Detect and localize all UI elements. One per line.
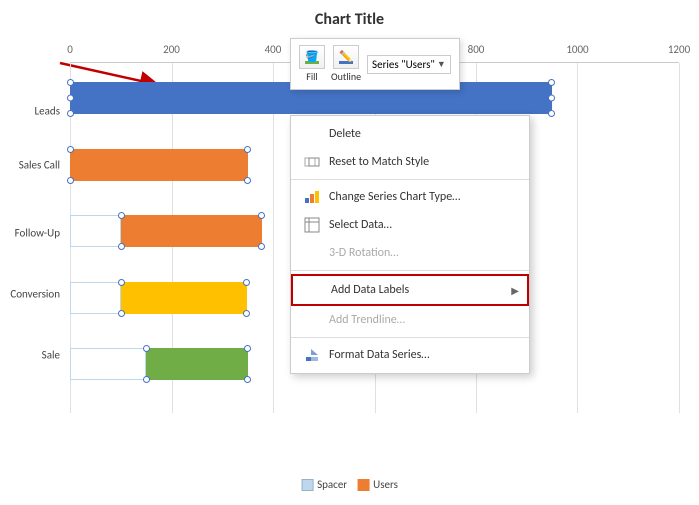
svg-text:🪣: 🪣 (305, 50, 319, 63)
chart-legend: Spacer Users (301, 478, 398, 491)
separator-3 (291, 337, 529, 338)
y-label-conversion: Conversion (10, 288, 60, 301)
menu-trendline-label: Add Trendline… (329, 313, 405, 327)
legend-spacer-color (301, 479, 313, 491)
legend-users-label: Users (373, 478, 398, 491)
fill-label: Fill (306, 70, 317, 83)
menu-rotation-label: 3-D Rotation… (329, 246, 399, 260)
y-label-sale: Sale (42, 349, 60, 362)
outline-button[interactable]: ✏️ Outline (331, 45, 361, 83)
menu-trendline: Add Trendline… (291, 306, 529, 334)
menu-format-series[interactable]: Format Data Series… (291, 341, 529, 369)
fill-button[interactable]: 🪣 Fill (299, 45, 325, 83)
bar-sale-spacer (70, 348, 146, 380)
y-label-follow-up: Follow-Up (15, 227, 60, 240)
chart-area: Chart Title 0 200 400 600 800 1000 1200 (0, 0, 699, 505)
menu-add-labels[interactable]: Add Data Labels ▶ (291, 274, 529, 306)
outline-label: Outline (331, 70, 361, 83)
separator-1 (291, 179, 529, 180)
series-dropdown-arrow: ▼ (437, 59, 446, 70)
grid-line-6 (679, 63, 680, 413)
outline-icon[interactable]: ✏️ (333, 45, 359, 69)
series-label: Series "Users" (372, 58, 435, 71)
bar-follow-up-spacer (70, 215, 121, 247)
menu-rotation: 3-D Rotation… (291, 239, 529, 267)
context-menu: Delete Reset to Match Style Change Serie… (290, 115, 530, 374)
menu-format-series-label: Format Data Series… (329, 348, 430, 362)
menu-delete[interactable]: Delete (291, 120, 529, 148)
menu-change-type-label: Change Series Chart Type… (329, 190, 460, 204)
x-label-200: 200 (163, 43, 180, 56)
legend-spacer: Spacer (301, 478, 347, 491)
bar-conversion-users[interactable] (121, 282, 248, 314)
menu-select-data[interactable]: Select Data… (291, 211, 529, 239)
delete-icon (303, 125, 321, 143)
menu-select-data-label: Select Data… (329, 218, 392, 232)
x-label-800: 800 (468, 43, 485, 56)
change-type-icon (303, 188, 321, 206)
submenu-arrow: ▶ (511, 284, 519, 297)
menu-add-labels-label: Add Data Labels (331, 283, 409, 297)
y-labels: Leads Sales Call Follow-Up Conversion Sa… (0, 63, 65, 403)
toolbar-popup: 🪣 Fill ✏️ Outline Series "Users" ▼ (290, 38, 460, 90)
trendline-icon (303, 311, 321, 329)
menu-delete-label: Delete (329, 127, 361, 141)
bar-sale-users[interactable] (146, 348, 248, 380)
separator-2 (291, 270, 529, 271)
x-label-400: 400 (265, 43, 282, 56)
menu-reset-label: Reset to Match Style (329, 155, 429, 169)
bar-sales-call-users[interactable] (70, 149, 248, 181)
fill-icon[interactable]: 🪣 (299, 45, 325, 69)
bar-conversion-spacer (70, 282, 121, 314)
chart-title: Chart Title (0, 0, 699, 33)
rotation-icon (303, 244, 321, 262)
select-data-icon (303, 216, 321, 234)
legend-users: Users (357, 478, 398, 491)
legend-spacer-label: Spacer (317, 478, 347, 491)
reset-icon (303, 153, 321, 171)
bar-follow-up-users[interactable] (121, 215, 263, 247)
y-label-leads: Leads (35, 104, 60, 117)
x-label-1000: 1000 (566, 43, 588, 56)
series-dropdown[interactable]: Series "Users" ▼ (367, 55, 451, 74)
svg-text:✏️: ✏️ (339, 49, 353, 63)
menu-reset[interactable]: Reset to Match Style (291, 148, 529, 176)
format-icon (303, 346, 321, 364)
legend-users-color (357, 479, 369, 491)
menu-change-type[interactable]: Change Series Chart Type… (291, 183, 529, 211)
add-labels-icon (305, 281, 323, 299)
x-label-1200: 1200 (668, 43, 690, 56)
x-label-0: 0 (67, 43, 73, 56)
y-label-sales-call: Sales Call (19, 159, 60, 172)
